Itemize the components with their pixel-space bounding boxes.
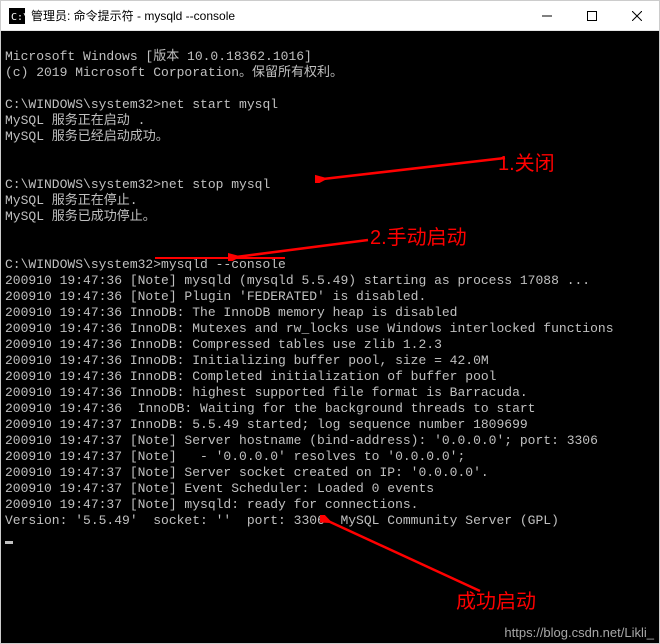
console-line: 200910 19:47:36 InnoDB: highest supporte… — [5, 385, 528, 400]
console-line: MySQL 服务已成功停止。 — [5, 209, 156, 224]
console-line: 200910 19:47:36 InnoDB: Compressed table… — [5, 337, 442, 352]
console-line: 200910 19:47:36 InnoDB: Waiting for the … — [5, 401, 536, 416]
console-line: 200910 19:47:36 InnoDB: Mutexes and rw_l… — [5, 321, 614, 336]
console-line: 200910 19:47:36 [Note] Plugin 'FEDERATED… — [5, 289, 426, 304]
console-line: Microsoft Windows [版本 10.0.18362.1016] — [5, 49, 312, 64]
console-line: 200910 19:47:37 [Note] Server hostname (… — [5, 433, 598, 448]
close-button[interactable] — [614, 1, 659, 30]
console-line: 200910 19:47:37 [Note] - '0.0.0.0' resol… — [5, 449, 465, 464]
cmd-icon: C:\ — [9, 8, 25, 24]
console-line: Version: '5.5.49' socket: '' port: 3306 … — [5, 513, 559, 528]
console-output[interactable]: Microsoft Windows [版本 10.0.18362.1016] (… — [1, 31, 659, 643]
console-line: C:\WINDOWS\system32>mysqld --console — [5, 257, 286, 272]
svg-text:C:\: C:\ — [11, 12, 25, 23]
console-line: C:\WINDOWS\system32>net stop mysql — [5, 177, 270, 192]
console-line: 200910 19:47:36 InnoDB: Initializing buf… — [5, 353, 489, 368]
maximize-button[interactable] — [569, 1, 614, 30]
titlebar: C:\ 管理员: 命令提示符 - mysqld --console — [1, 1, 659, 31]
window-title: 管理员: 命令提示符 - mysqld --console — [31, 7, 524, 24]
console-line: MySQL 服务已经启动成功。 — [5, 129, 169, 144]
console-line: 200910 19:47:37 InnoDB: 5.5.49 started; … — [5, 417, 528, 432]
watermark: https://blog.csdn.net/Likli_ — [504, 625, 654, 640]
console-line: 200910 19:47:36 InnoDB: Completed initia… — [5, 369, 496, 384]
console-line: 200910 19:47:36 InnoDB: The InnoDB memor… — [5, 305, 457, 320]
console-line: 200910 19:47:37 [Note] mysqld: ready for… — [5, 497, 418, 512]
minimize-button[interactable] — [524, 1, 569, 30]
console-line: (c) 2019 Microsoft Corporation。保留所有权利。 — [5, 65, 343, 80]
console-line: MySQL 服务正在启动 . — [5, 113, 145, 128]
cmd-window: C:\ 管理员: 命令提示符 - mysqld --console Micros… — [0, 0, 660, 644]
console-line: C:\WINDOWS\system32>net start mysql — [5, 97, 278, 112]
window-controls — [524, 1, 659, 30]
console-line: 200910 19:47:37 [Note] Event Scheduler: … — [5, 481, 434, 496]
console-line: 200910 19:47:37 [Note] Server socket cre… — [5, 465, 489, 480]
cursor — [5, 541, 13, 544]
console-line: MySQL 服务正在停止. — [5, 193, 138, 208]
console-line: 200910 19:47:36 [Note] mysqld (mysqld 5.… — [5, 273, 590, 288]
